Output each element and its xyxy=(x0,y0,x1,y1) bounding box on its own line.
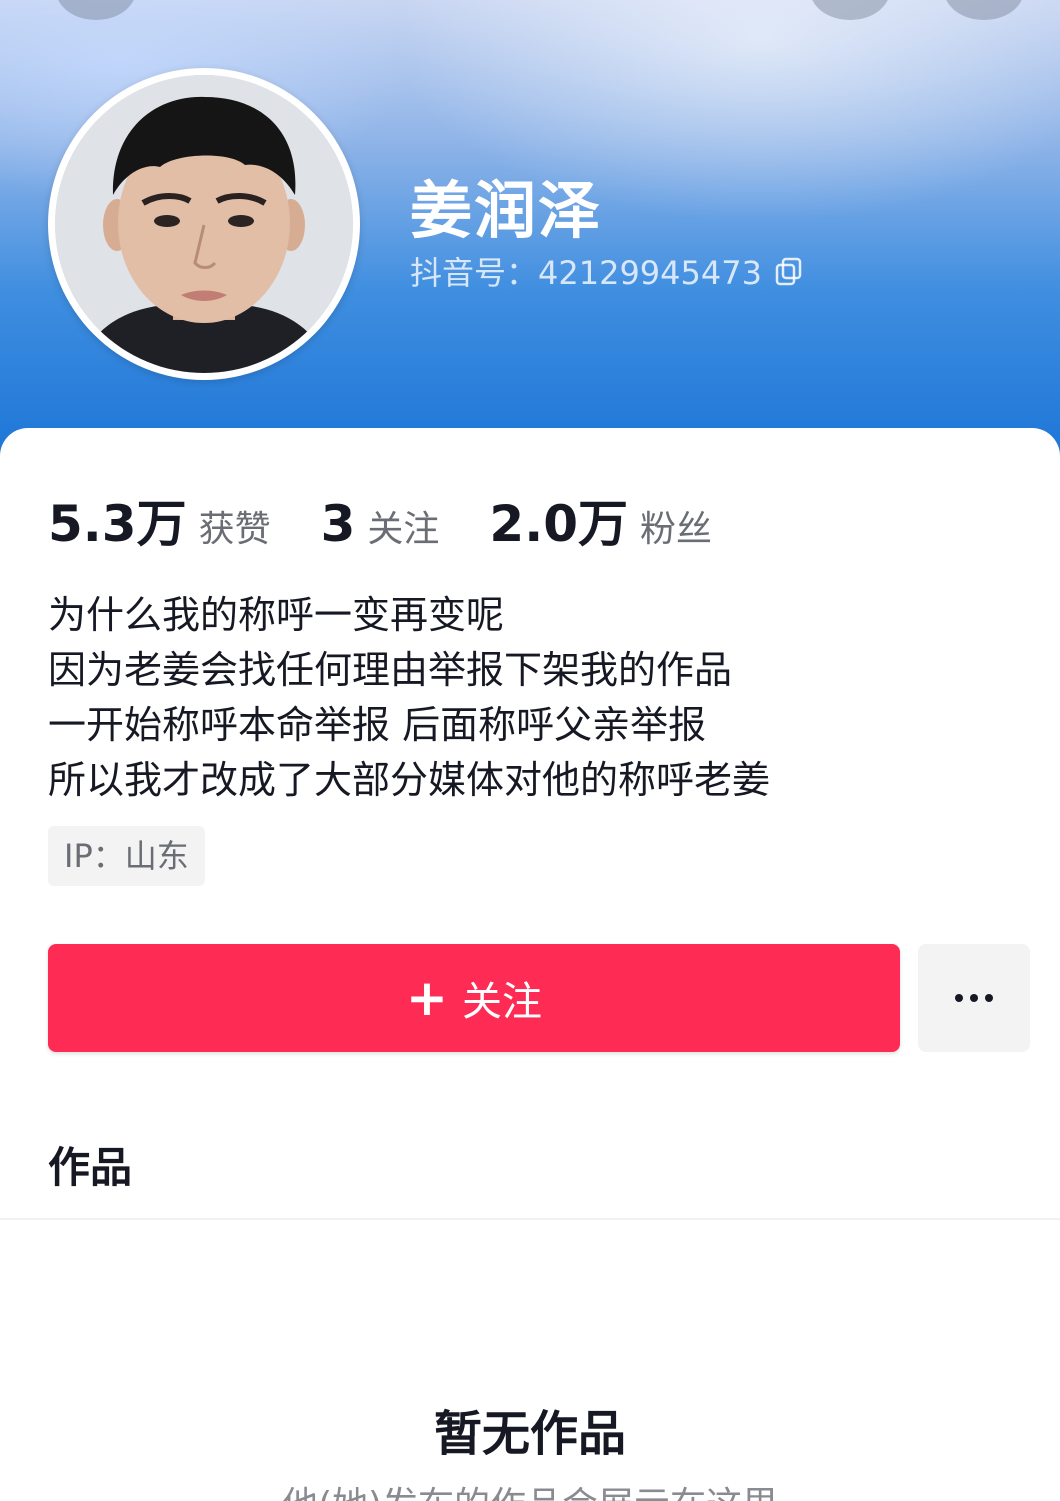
search-button[interactable] xyxy=(810,0,890,20)
empty-works-title: 暂无作品 xyxy=(433,1406,626,1462)
plus-icon: + xyxy=(406,969,448,1027)
copy-icon[interactable] xyxy=(774,256,804,286)
following-label: 关注 xyxy=(367,509,440,550)
ip-location-tag: IP：山东 xyxy=(48,826,205,886)
likes-stat[interactable]: 5.3万 获赞 xyxy=(48,484,271,556)
bio-line: 所以我才改成了大部分媒体对他的称呼老姜 xyxy=(48,758,771,802)
avatar-frame[interactable] xyxy=(48,68,360,380)
bio-line: 因为老姜会找任何理由举报下架我的作品 xyxy=(48,648,733,692)
works-tab[interactable]: 作品 xyxy=(48,1134,132,1195)
follow-button[interactable]: + 关注 xyxy=(48,944,900,1052)
empty-works-subtitle: 他(她)发布的作品会展示在这里 xyxy=(0,1476,1060,1501)
avatar-photo xyxy=(55,75,353,373)
douyin-id-row[interactable]: 抖音号：42129945473 xyxy=(410,248,804,294)
followers-stat[interactable]: 2.0万 粉丝 xyxy=(489,484,712,556)
douyin-id-text: 抖音号：42129945473 xyxy=(410,254,762,292)
profile-banner: 姜润泽 抖音号：42129945473 xyxy=(0,0,1060,470)
bio-line: 一开始称呼本命举报 后面称呼父亲举报 xyxy=(48,703,707,747)
section-divider xyxy=(0,1218,1060,1220)
profile-stats: 5.3万 获赞 3 关注 2.0万 粉丝 xyxy=(48,484,762,556)
more-icon xyxy=(955,994,993,1002)
back-button[interactable] xyxy=(56,0,136,20)
profile-username: 姜润泽 xyxy=(410,174,603,247)
avatar[interactable] xyxy=(55,75,353,373)
following-stat[interactable]: 3 关注 xyxy=(321,495,440,553)
likes-count: 5.3万 xyxy=(48,495,187,553)
profile-bio: 为什么我的称呼一变再变呢 因为老姜会找任何理由举报下架我的作品 一开始称呼本命举… xyxy=(48,588,770,808)
menu-button[interactable] xyxy=(944,0,1024,20)
profile-screen: 姜润泽 抖音号：42129945473 5.3万 获赞 3 关注 2.0万 粉丝… xyxy=(0,0,1060,1501)
bio-line: 为什么我的称呼一变再变呢 xyxy=(48,593,505,637)
more-options-button[interactable] xyxy=(918,944,1030,1052)
followers-label: 粉丝 xyxy=(639,509,712,550)
likes-label: 获赞 xyxy=(198,509,271,550)
follow-button-label: 关注 xyxy=(461,979,542,1025)
following-count: 3 xyxy=(320,495,356,553)
followers-count: 2.0万 xyxy=(489,495,628,553)
